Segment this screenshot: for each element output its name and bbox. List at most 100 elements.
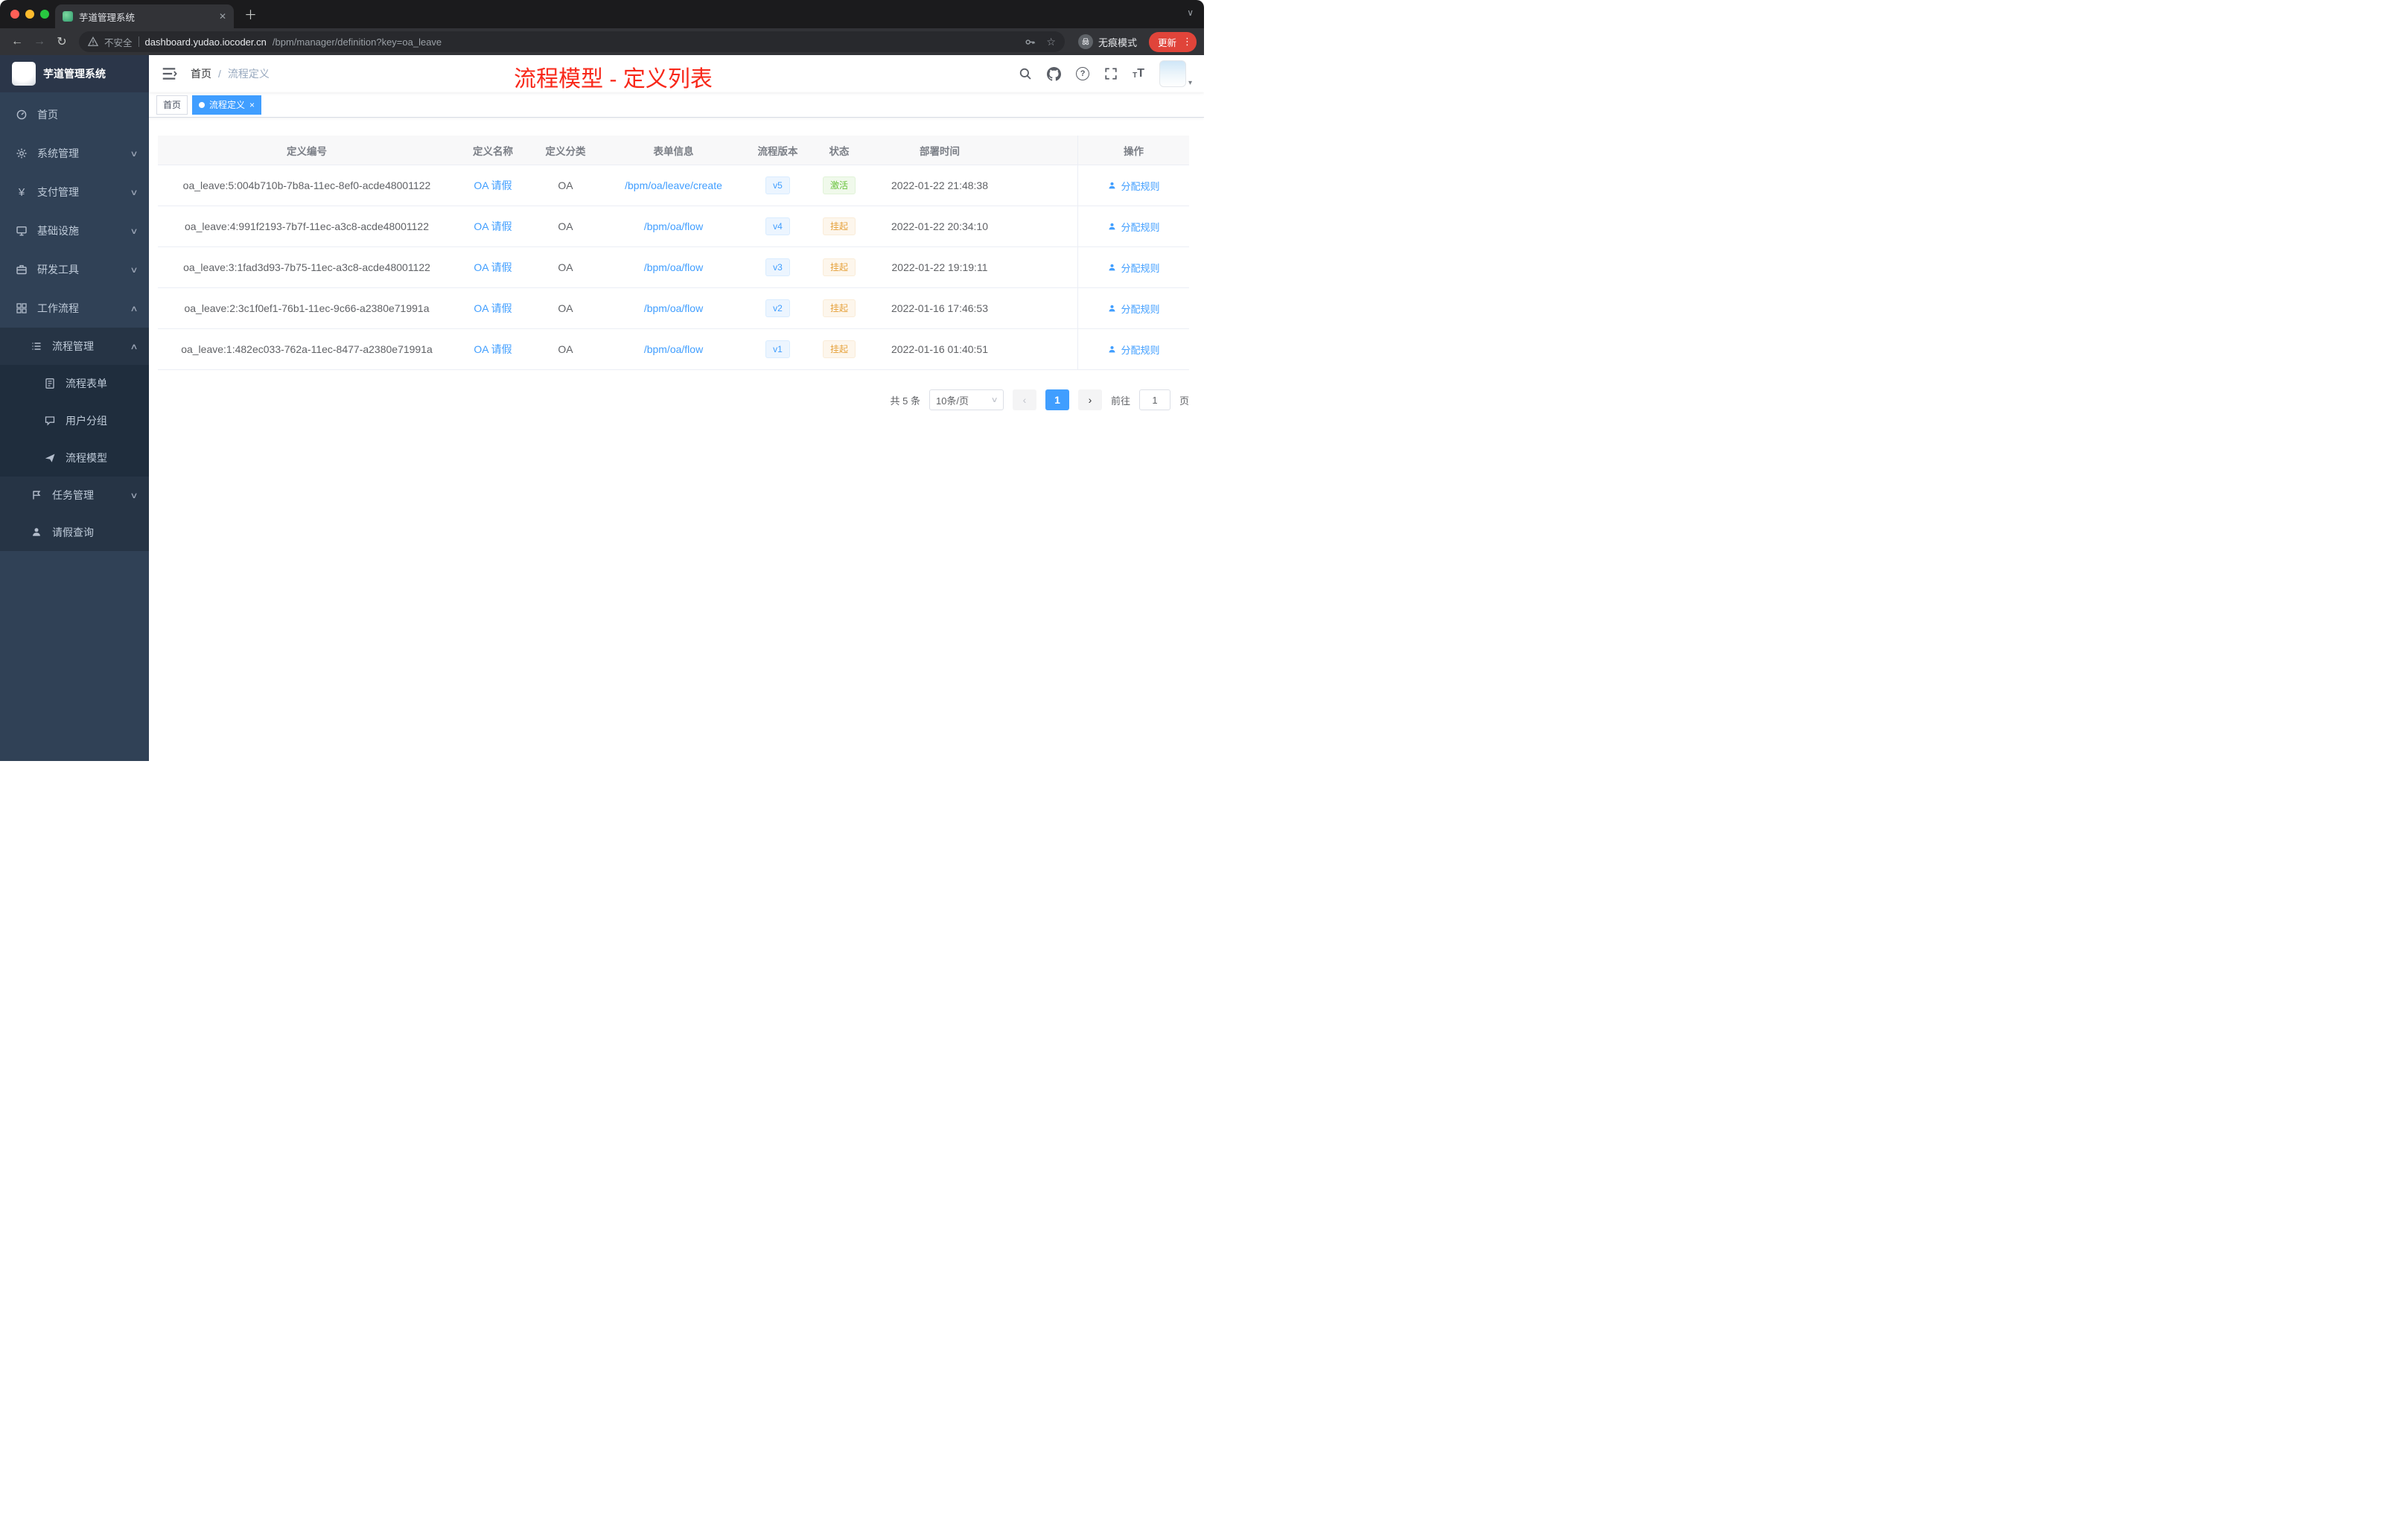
tag-home[interactable]: 首页 [156,95,188,115]
assign-rule-button[interactable]: 分配规则 [1107,302,1160,316]
security-label[interactable]: 不安全 [104,35,133,49]
definition-name-link[interactable]: OA 请假 [474,260,512,275]
sidebar: 芋道管理系统 首页 系统管理 ∨ ¥ 支付管理 ∨ 基础设施 ∨ 研发工具 ∨ … [0,55,149,761]
form-link[interactable]: /bpm/oa/leave/create [625,179,722,191]
form-link[interactable]: /bpm/oa/flow [644,343,703,355]
sidebar-item-task-management[interactable]: 任务管理 ∨ [0,477,149,514]
cell-form: /bpm/oa/flow [601,261,746,273]
sidebar-item-label: 流程管理 [52,340,94,352]
tag-label: 流程定义 [209,100,246,110]
user-menu[interactable]: ▾ [1159,60,1192,87]
avatar[interactable] [1159,60,1186,87]
sidebar-item-label: 用户分组 [66,415,107,427]
sidebar-item-devtools[interactable]: 研发工具 ∨ [0,250,149,289]
grid-icon [15,302,28,315]
chevron-down-icon: ∨ [130,491,138,500]
table-row: oa_leave:2:3c1f0ef1-76b1-11ec-9c66-a2380… [158,288,1189,329]
chat-bubble-icon [43,414,57,427]
cell-version: v3 [746,258,809,276]
breadcrumb-current: 流程定义 [227,68,270,80]
back-icon[interactable]: ← [7,35,27,48]
address-bar[interactable]: 不安全 dashboard.yudao.iocoder.cn/bpm/manag… [79,31,1065,52]
user-icon [1109,223,1115,229]
definition-name-link[interactable]: OA 请假 [474,178,512,193]
browser-tab[interactable]: 芋道管理系统 ✕ [55,4,234,28]
sidebar-item-payment[interactable]: ¥ 支付管理 ∨ [0,173,149,211]
tab-search-caret-icon[interactable]: ∨ [1187,7,1194,18]
main-area: 首页 / 流程定义 流程模型 - 定义列表 ? TT ▾ 首页 流程定义 × 定… [149,55,1204,761]
close-window-button[interactable] [10,10,19,19]
github-icon[interactable] [1047,66,1062,81]
chevron-down-icon: ∨ [130,265,138,275]
sidebar-item-user-group[interactable]: 用户分组 [0,402,149,439]
page-1-button[interactable]: 1 [1045,389,1069,410]
cell-form: /bpm/oa/leave/create [601,179,746,191]
cell-ops: 分配规则 [1077,329,1189,369]
sidebar-logo[interactable]: 芋道管理系统 [0,55,149,92]
definition-name-link[interactable]: OA 请假 [474,219,512,234]
cell-category: OA [558,179,573,191]
chrome-update-button[interactable]: 更新 ⋮ [1148,31,1197,52]
document-icon [43,377,57,390]
tab-close-icon[interactable]: ✕ [219,11,226,22]
zoom-window-button[interactable] [40,10,49,19]
url-host: dashboard.yudao.iocoder.cn [144,36,267,48]
sidebar-item-process-form[interactable]: 流程表单 [0,365,149,402]
form-link[interactable]: /bpm/oa/flow [644,261,703,273]
help-icon[interactable]: ? [1076,67,1090,80]
table-row: oa_leave:5:004b710b-7b8a-11ec-8ef0-acde4… [158,165,1189,206]
assign-rule-button[interactable]: 分配规则 [1107,343,1160,357]
password-key-icon[interactable] [1025,36,1036,48]
assign-rule-button[interactable]: 分配规则 [1107,261,1160,275]
sidebar-item-process-model[interactable]: 流程模型 [0,439,149,477]
tag-process-definition[interactable]: 流程定义 × [192,95,262,115]
goto-page-input[interactable] [1138,389,1170,410]
cell-form: /bpm/oa/flow [601,220,746,232]
reload-icon[interactable]: ↻ [52,34,71,49]
cell-name: OA 请假 [456,342,530,357]
table-row: oa_leave:1:482ec033-762a-11ec-8477-a2380… [158,329,1189,370]
bookmark-star-icon[interactable]: ☆ [1046,36,1056,48]
col-deploy-time: 部署时间 [920,145,960,157]
hamburger-icon[interactable] [161,66,177,82]
next-page-button[interactable]: › [1077,389,1102,410]
fullscreen-icon[interactable] [1104,67,1118,80]
col-form: 表单信息 [653,145,694,157]
breadcrumb-separator: / [218,68,221,80]
cell-category: OA [558,302,573,314]
version-badge: v1 [765,340,790,358]
col-status: 状态 [829,145,850,157]
forward-icon[interactable]: → [30,35,49,48]
sidebar-item-home[interactable]: 首页 [0,95,149,134]
cell-id: oa_leave:4:991f2193-7b7f-11ec-a3c8-acde4… [185,220,429,232]
assign-rule-button[interactable]: 分配规则 [1107,179,1160,193]
search-icon[interactable] [1019,67,1032,80]
prev-page-button[interactable]: ‹ [1012,389,1036,410]
update-label: 更新 [1157,37,1176,48]
sidebar-item-infrastructure[interactable]: 基础设施 ∨ [0,211,149,250]
tag-close-icon[interactable]: × [249,100,255,110]
font-size-icon[interactable]: TT [1133,68,1144,80]
monitor-icon [15,224,28,238]
table-row: oa_leave:4:991f2193-7b7f-11ec-a3c8-acde4… [158,206,1189,247]
assign-rule-label: 分配规则 [1121,180,1160,192]
assign-rule-button[interactable]: 分配规则 [1107,220,1160,234]
sidebar-item-label: 首页 [37,109,58,121]
sidebar-item-leave-query[interactable]: 请假查询 [0,514,149,551]
sidebar-item-process-management[interactable]: 流程管理 ∧ [0,328,149,365]
sidebar-item-system[interactable]: 系统管理 ∨ [0,134,149,173]
definition-name-link[interactable]: OA 请假 [474,342,512,357]
definition-name-link[interactable]: OA 请假 [474,301,512,316]
help-question-mark: ? [1080,69,1086,78]
breadcrumb: 首页 / 流程定义 [191,66,270,81]
breadcrumb-home[interactable]: 首页 [191,66,211,81]
sidebar-item-workflow[interactable]: 工作流程 ∧ [0,289,149,328]
user-icon [1109,346,1115,352]
new-tab-button[interactable]: ＋ [244,4,257,23]
chevron-up-icon: ∧ [130,304,138,313]
page-size-select[interactable]: 10条/页 ∨ [929,389,1004,410]
browser-menu-kebab-icon[interactable]: ⋮ [1182,36,1192,48]
form-link[interactable]: /bpm/oa/flow [644,302,703,314]
form-link[interactable]: /bpm/oa/flow [644,220,703,232]
minimize-window-button[interactable] [25,10,34,19]
